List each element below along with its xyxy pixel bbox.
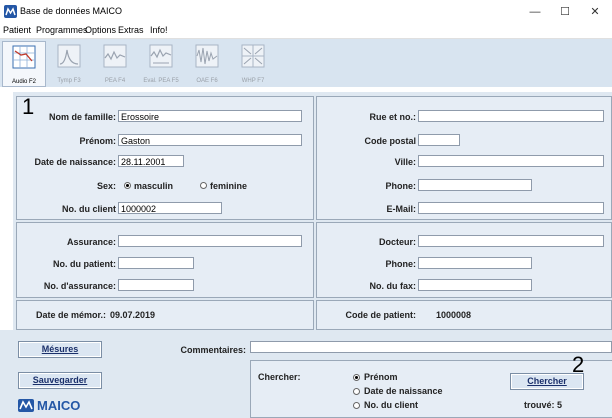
tymp-tool-label: Tymp F3	[57, 78, 81, 84]
eval-pea-icon	[149, 44, 173, 68]
sex-feminine-radio[interactable]	[200, 182, 207, 189]
doctor-phone-field[interactable]	[418, 257, 532, 269]
docteur-label: Docteur:	[378, 237, 416, 247]
annotation-2: 2	[572, 352, 585, 377]
phone-field[interactable]	[418, 179, 532, 191]
fax-field[interactable]	[418, 279, 532, 291]
nom-label: Nom de famille:	[48, 112, 116, 122]
sex-masculin-radio[interactable]	[124, 182, 131, 189]
audio-tool-label: Audio F2	[11, 79, 36, 85]
pea-tool-button[interactable]: PEA F4	[94, 41, 136, 85]
phone-label: Phone:	[385, 181, 417, 191]
rue-field[interactable]	[418, 110, 604, 122]
menu-options[interactable]: Options	[85, 25, 116, 35]
cp-field[interactable]	[418, 134, 460, 146]
eval-pea-tool-button[interactable]: Eval. PEA F5	[140, 41, 182, 85]
mesures-button-label: Mésures	[41, 344, 79, 354]
ville-field[interactable]	[418, 155, 604, 167]
assurance-field[interactable]	[118, 235, 302, 247]
rue-label: Rue et no.:	[369, 112, 417, 122]
memo-value: 09.07.2019	[110, 310, 156, 320]
sex-masculin-label: masculin	[134, 181, 174, 191]
commentaires-field[interactable]	[250, 341, 612, 353]
memo-label: Date de mémor.:	[35, 310, 106, 320]
audiogram-icon	[12, 45, 36, 69]
chercher-button-label: Chercher	[527, 376, 567, 386]
sauvegarder-button[interactable]: Sauvegarder	[18, 372, 102, 389]
client-field[interactable]: 1000002	[118, 202, 222, 214]
code-value: 1000008	[436, 310, 472, 320]
oae-icon	[195, 44, 219, 68]
naissance-label: Date de naissance:	[34, 157, 116, 167]
mesures-button[interactable]: Mésures	[18, 341, 102, 358]
search-client-radio[interactable]	[353, 402, 360, 409]
sauvegarder-button-label: Sauvegarder	[32, 375, 88, 385]
audio-tool-button[interactable]: Audio F2	[2, 41, 46, 87]
sex-label: Sex:	[96, 181, 116, 191]
search-naissance-radio[interactable]	[353, 388, 360, 395]
whp-icon	[241, 44, 265, 68]
title-bar: Base de données MAICO — ☐ ✕	[0, 0, 612, 24]
ville-label: Ville:	[394, 157, 416, 167]
menu-patient[interactable]: Patient	[3, 25, 31, 35]
naissance-field[interactable]: 28.11.2001	[118, 155, 184, 167]
oae-tool-label: OAE F6	[196, 78, 218, 84]
minimize-button[interactable]: —	[520, 0, 550, 24]
chercher-label: Chercher:	[258, 372, 301, 382]
email-field[interactable]	[418, 202, 604, 214]
toolbar: Audio F2 Tymp F3 PEA F4 Eval. PEA F5 OAE…	[0, 39, 612, 87]
prenom-label: Prénom:	[79, 136, 116, 146]
client-label: No. du client	[62, 204, 116, 214]
menu-info[interactable]: Info!	[150, 25, 168, 35]
maico-app-icon	[4, 5, 17, 18]
fax-label: No. du fax:	[369, 281, 417, 291]
whp-tool-button[interactable]: WHP F7	[232, 41, 274, 85]
prenom-field[interactable]: Gaston	[118, 134, 302, 146]
sex-feminine-label: feminine	[210, 181, 248, 191]
window-title: Base de données MAICO	[20, 6, 123, 16]
eval-pea-tool-label: Eval. PEA F5	[143, 78, 179, 84]
close-button[interactable]: ✕	[580, 0, 610, 24]
tymp-tool-button[interactable]: Tymp F3	[48, 41, 90, 85]
menu-extras[interactable]: Extras	[118, 25, 144, 35]
no-assurance-field[interactable]	[118, 279, 194, 291]
maico-logo-text: MAICO	[37, 398, 81, 413]
maximize-button[interactable]: ☐	[550, 0, 580, 24]
menu-bar: Patient Programmes Options Extras Info!	[0, 24, 612, 39]
trouve-count: trouvé: 5	[524, 400, 563, 410]
pea-tool-label: PEA F4	[104, 78, 126, 84]
tymp-icon	[57, 44, 81, 68]
email-label: E-Mail:	[386, 204, 416, 214]
search-naissance-label: Date de naissance	[364, 386, 443, 396]
code-label: Code de patient:	[345, 310, 416, 320]
doctor-phone-label: Phone:	[385, 259, 417, 269]
maico-logo-icon	[18, 399, 34, 412]
search-prenom-radio[interactable]	[353, 374, 360, 381]
cp-label: Code postal	[364, 136, 416, 146]
docteur-field[interactable]	[418, 235, 604, 247]
no-patient-field[interactable]	[118, 257, 194, 269]
no-patient-label: No. du patient:	[53, 259, 116, 269]
search-client-label: No. du client	[364, 400, 418, 410]
whp-tool-label: WHP F7	[241, 78, 265, 84]
no-assurance-label: No. d'assurance:	[43, 281, 116, 291]
assurance-label: Assurance:	[66, 237, 116, 247]
search-prenom-label: Prénom	[364, 372, 398, 382]
menu-programmes[interactable]: Programmes	[36, 25, 88, 35]
pea-icon	[103, 44, 127, 68]
commentaires-label: Commentaires:	[180, 345, 246, 355]
oae-tool-button[interactable]: OAE F6	[186, 41, 228, 85]
nom-field[interactable]: Erossoire	[118, 110, 302, 122]
